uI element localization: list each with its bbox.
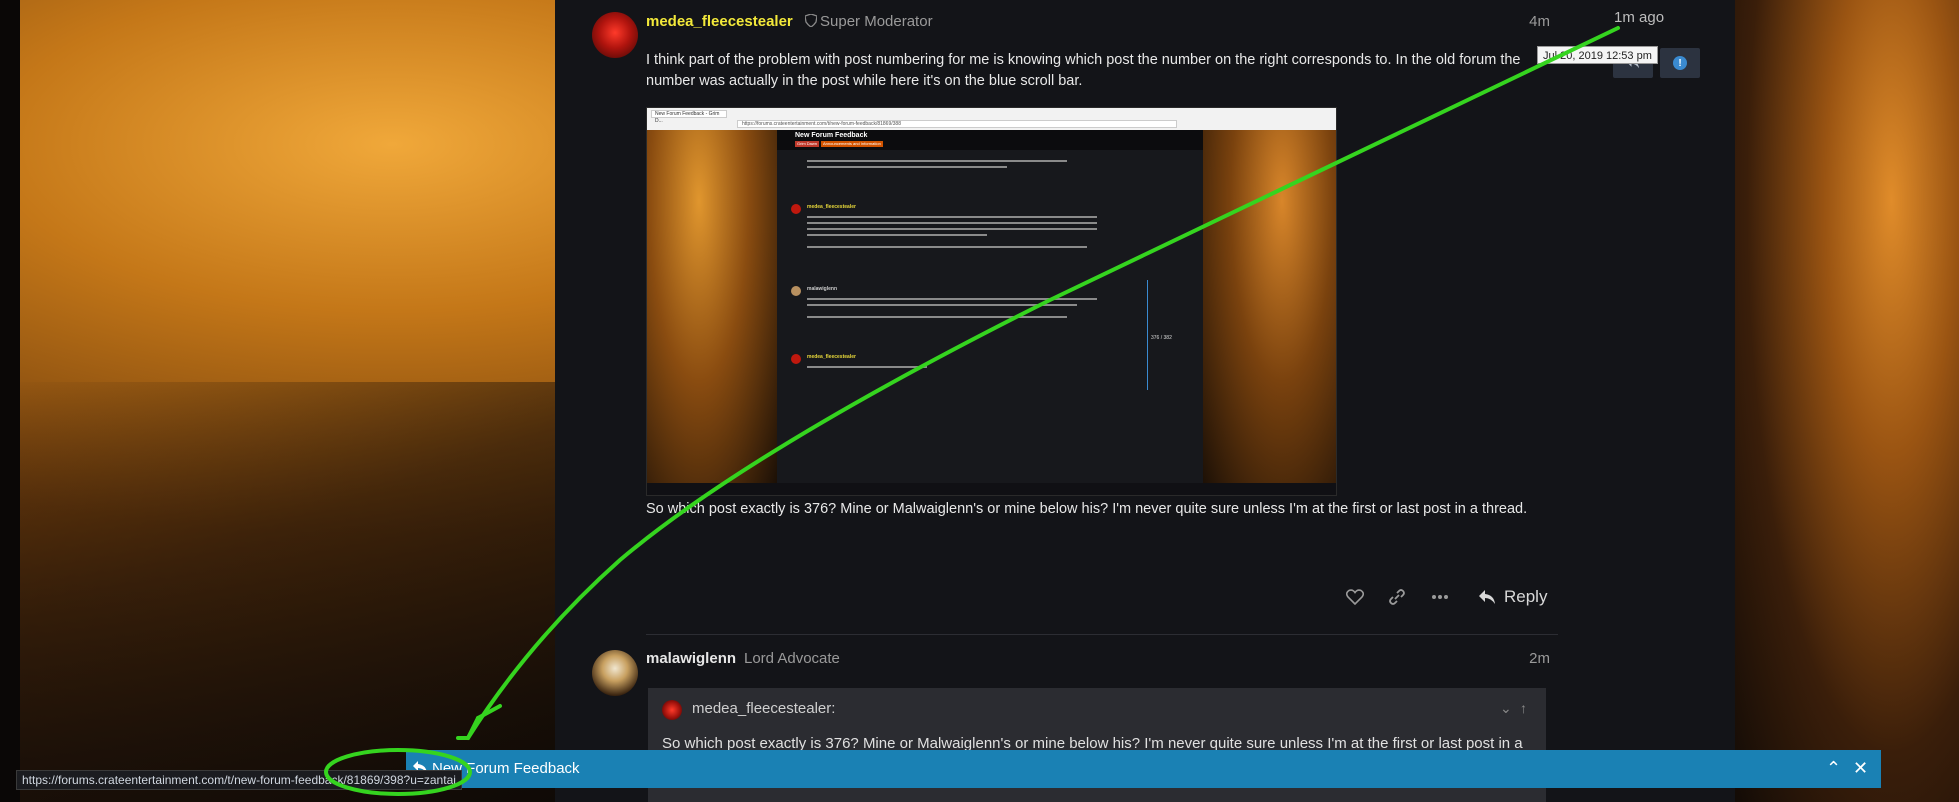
shield-icon [805,14,817,27]
screenshot-text-line [807,160,1067,162]
post-body-continued: So which post exactly is 376? Mine or Ma… [646,501,1528,517]
reply-arrow-icon [1479,590,1495,604]
quote-avatar [662,700,682,720]
screenshot-text-line [807,222,1097,224]
screenshot-text-line [807,216,1097,218]
screenshot-url: https://forums.crateentertainment.com/t/… [737,120,1177,128]
screenshot-username: malawiglenn [807,286,838,292]
screenshot-text-line [807,366,927,368]
composer-close-icon[interactable]: ✕ [1853,758,1868,779]
composer-bar[interactable] [406,750,1881,788]
share-link-button[interactable] [1385,585,1409,609]
screenshot-header: New Forum Feedback Grim Dawn Announcemen… [777,130,1203,150]
avatar[interactable] [592,12,638,58]
reply-button[interactable]: Reply [1478,585,1547,609]
post-user-role: Super Moderator [820,13,933,30]
screenshot-bg-left [647,130,777,485]
screenshot-username: medea_fleecestealer [807,204,856,210]
arrow-up-icon[interactable]: ↑ [1520,700,1527,716]
screenshot-avatar [791,204,801,214]
chevron-down-icon[interactable]: ⌄ [1500,700,1512,717]
post-time[interactable]: 4m [1520,13,1550,30]
background-rocks [0,382,555,802]
screenshot-chip: Announcements and Information [821,141,883,147]
screenshot-header-title: New Forum Feedback [795,132,868,139]
background-art-right [1734,0,1959,802]
screenshot-chip: Grim Dawn [795,141,820,147]
post-body: I think part of the problem with post nu… [646,52,1521,89]
screenshot-text-line [807,298,1097,300]
screenshot-text-line [807,304,1077,306]
screenshot-forum: New Forum Feedback Grim Dawn Announcemen… [777,130,1203,485]
like-button[interactable] [1343,585,1367,609]
screenshot-text-line [807,228,1097,230]
heart-icon [1346,589,1364,605]
post-divider [646,634,1558,635]
post-image[interactable]: New Forum Feedback - Grim D... https://f… [646,107,1337,496]
avatar[interactable] [592,650,638,696]
status-bar-url: https://forums.crateentertainment.com/t/… [16,770,462,790]
post-user-role: Lord Advocate [744,650,840,667]
ellipsis-icon [1432,595,1448,599]
screenshot-text-line [807,246,1087,248]
quote-username[interactable]: medea_fleecestealer: [692,700,835,717]
screenshot-taskbar [647,483,1336,495]
screenshot-timeline [1147,280,1148,390]
post-time[interactable]: 2m [1520,650,1550,667]
screenshot-text-line [807,166,1007,168]
window-edge [0,0,20,802]
screenshot-bg-right [1201,130,1336,485]
screenshot-post-count: 376 / 382 [1151,335,1172,341]
post-username[interactable]: malawiglenn [646,650,736,667]
link-icon [1389,589,1405,605]
screenshot-username: medea_fleecestealer [807,354,856,360]
post-username[interactable]: medea_fleecestealer [646,13,793,30]
screenshot-avatar [791,286,801,296]
notification-icon: ! [1673,56,1687,70]
timeline-last-activity[interactable]: 1m ago [1614,9,1664,26]
screenshot-browser-bar: New Forum Feedback - Grim D... https://f… [647,108,1336,130]
screenshot-text-line [807,234,987,236]
more-options-button[interactable] [1428,585,1452,609]
composer-expand-icon[interactable]: ⌃ [1826,758,1841,779]
reply-label: Reply [1504,587,1548,606]
screenshot-tab: New Forum Feedback - Grim D... [651,110,727,124]
timeline-notification-button[interactable]: ! [1660,48,1700,78]
screenshot-avatar [791,354,801,364]
timeline-date-tooltip: Jul 20, 2019 12:53 pm [1537,46,1658,64]
screenshot-text-line [807,316,1067,318]
